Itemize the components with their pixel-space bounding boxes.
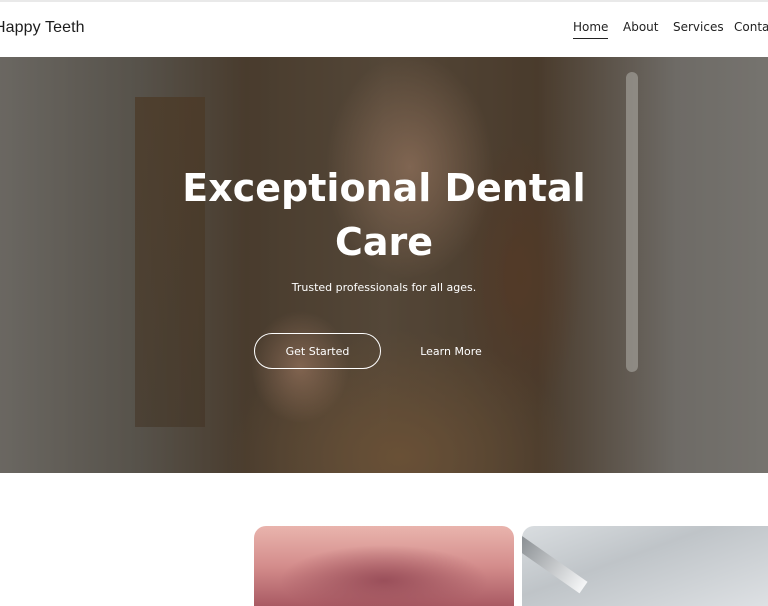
get-started-button[interactable]: Get Started xyxy=(254,333,381,369)
hero-section: Exceptional Dental Care Trusted professi… xyxy=(0,57,768,473)
hero-subtitle: Trusted professionals for all ages. xyxy=(291,281,477,294)
nav-link-services[interactable]: Services xyxy=(673,20,724,34)
hero-title: Exceptional Dental Care xyxy=(182,166,586,264)
nav-link-contact[interactable]: Contact xyxy=(734,20,768,34)
service-card-smile-image[interactable] xyxy=(254,526,514,606)
site-header: Happy Teeth Home About Services Contact xyxy=(0,2,768,57)
learn-more-button[interactable]: Learn More xyxy=(400,333,502,369)
brand-logo[interactable]: Happy Teeth xyxy=(0,19,85,37)
nav-link-home[interactable]: Home xyxy=(573,20,609,39)
ceiling-light-shape xyxy=(522,536,588,594)
service-card-office-image[interactable] xyxy=(522,526,768,606)
nav-link-about[interactable]: About xyxy=(623,20,658,34)
